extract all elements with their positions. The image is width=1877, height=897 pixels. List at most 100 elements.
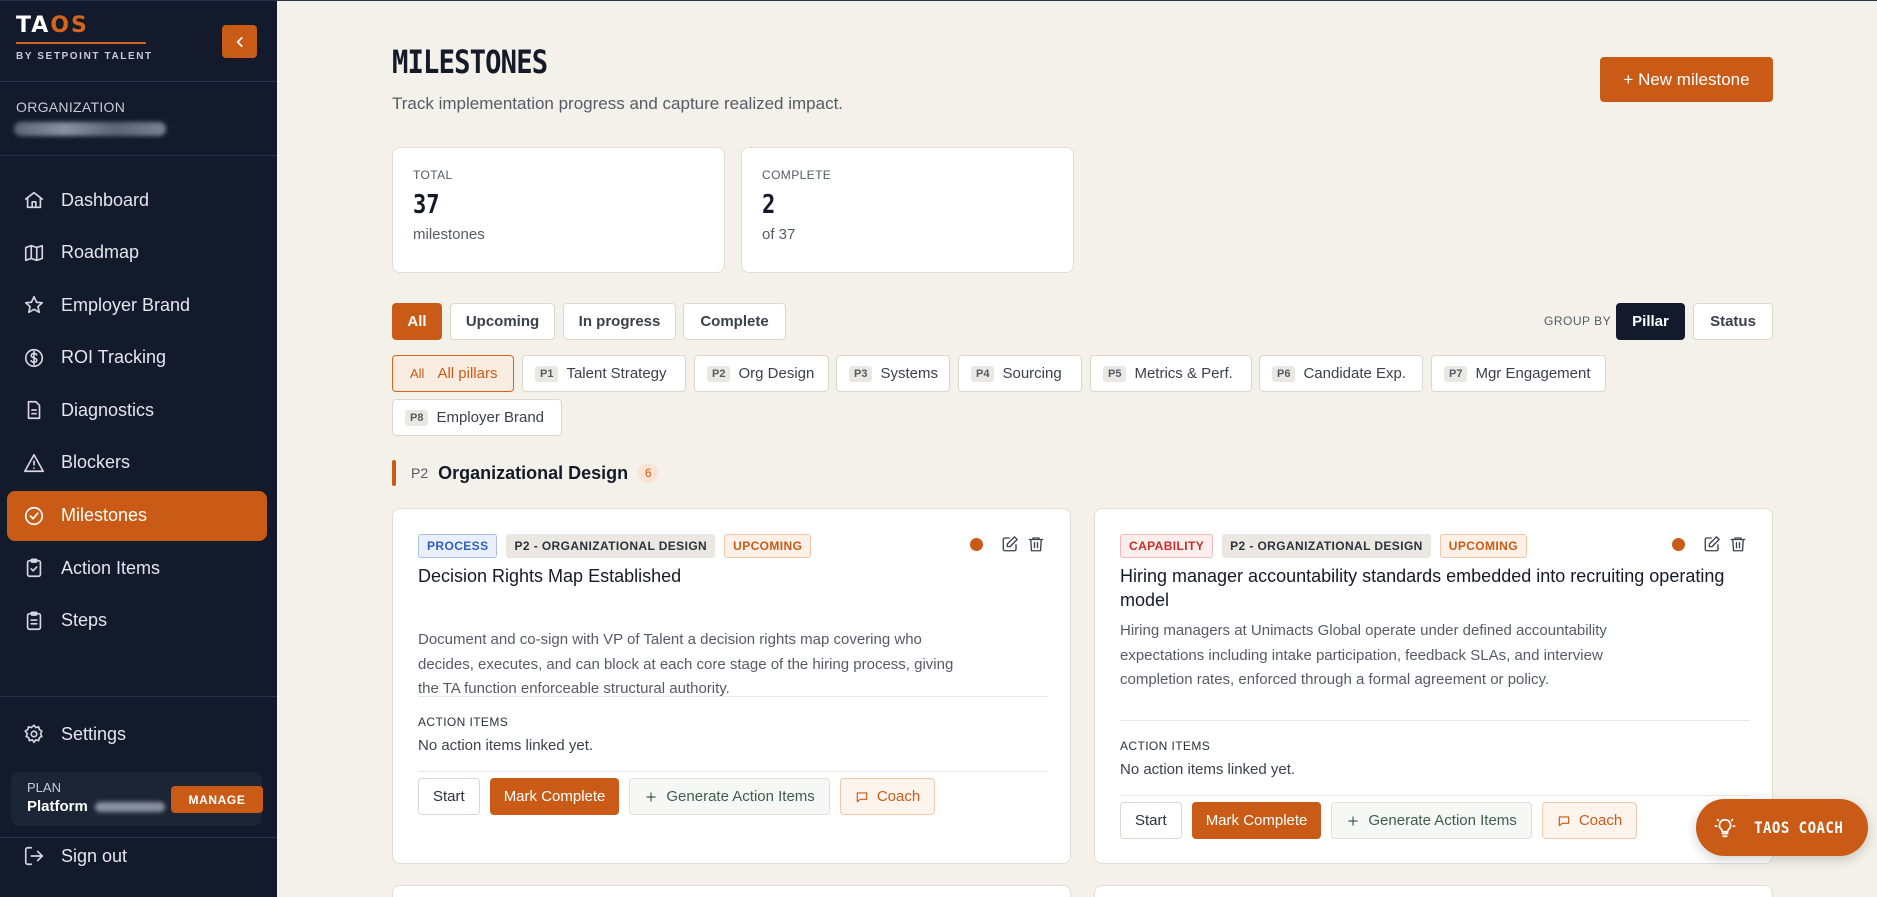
chevron-left-icon (236, 36, 243, 47)
gear-icon (24, 724, 43, 744)
main-content: MILESTONES Track implementation progress… (277, 0, 1877, 897)
pillar-label: Org Design (738, 365, 815, 382)
section-accent-bar (392, 460, 396, 486)
sidebar-item-milestones[interactable]: Milestones (7, 490, 267, 541)
manage-plan-button[interactable]: MANAGE (171, 786, 263, 813)
sign-out-button[interactable]: Sign out (7, 831, 267, 881)
pillar-label: Talent Strategy (566, 365, 667, 382)
card-actions: Start Mark Complete Generate Action Item… (418, 778, 945, 815)
filter-in-progress[interactable]: In progress (563, 303, 676, 340)
pillar-label: Sourcing (1002, 365, 1062, 382)
sidebar-item-label: Action Items (61, 557, 161, 578)
taos-coach-button[interactable]: TAOS COACH (1696, 799, 1868, 856)
start-button[interactable]: Start (1120, 802, 1182, 839)
pillar-code: P8 (405, 409, 429, 426)
start-button[interactable]: Start (418, 778, 480, 815)
filter-upcoming[interactable]: Upcoming (450, 303, 555, 340)
pillar-filter-p5[interactable]: P5 Metrics & Perf. (1090, 355, 1252, 392)
pillar-code: All (410, 366, 425, 381)
collapse-sidebar-button[interactable] (222, 25, 257, 58)
home-icon (24, 191, 44, 209)
pillar-code: P1 (535, 365, 559, 382)
card-divider (418, 771, 1048, 772)
pillar-filter-all[interactable]: All All pillars (392, 355, 514, 392)
action-items-empty: No action items linked yet. (1120, 761, 1296, 778)
sidebar-item-roadmap[interactable]: Roadmap (7, 228, 267, 278)
generate-label: Generate Action Items (1368, 812, 1517, 829)
mark-complete-button[interactable]: Mark Complete (489, 778, 620, 815)
new-milestone-button[interactable]: + New milestone (1600, 57, 1773, 102)
generate-action-items-button[interactable]: Generate Action Items (629, 778, 830, 815)
plus-icon (646, 791, 657, 802)
organization-name-redacted (14, 122, 166, 136)
sidebar-divider (0, 81, 277, 82)
dollar-icon (24, 348, 44, 367)
lightbulb-icon (1714, 818, 1736, 837)
mark-complete-button[interactable]: Mark Complete (1191, 802, 1322, 839)
group-by-pillar[interactable]: Pillar (1616, 303, 1685, 340)
card-controls (1672, 535, 1747, 553)
edit-icon[interactable] (1703, 535, 1721, 553)
group-by-status[interactable]: Status (1693, 303, 1773, 340)
pillar-label: Systems (880, 365, 938, 382)
pillar-filter-p7[interactable]: P7 Mgr Engagement (1431, 355, 1606, 392)
pillar-filter-p3[interactable]: P3 Systems (836, 355, 950, 392)
sidebar-item-roi-tracking[interactable]: ROI Tracking (7, 333, 267, 383)
pillar-label: Employer Brand (436, 409, 545, 426)
plan-box: PLAN Platform MANAGE (11, 772, 263, 826)
plan-name: Platform (27, 798, 88, 815)
sign-out-icon (24, 846, 44, 866)
pillar-filter-p1[interactable]: P1 Talent Strategy (522, 355, 686, 392)
pillar-filter-p8[interactable]: P8 Employer Brand (392, 399, 562, 436)
sidebar-item-action-items[interactable]: Action Items (7, 543, 267, 593)
trash-icon[interactable] (1729, 535, 1747, 553)
group-by-label: GROUP BY (1544, 314, 1612, 328)
section-title: Organizational Design (438, 462, 629, 483)
pillar-label: Metrics & Perf. (1134, 365, 1233, 382)
trash-icon[interactable] (1027, 535, 1045, 553)
coach-label: Coach (1578, 812, 1623, 829)
pillar-filter-p6[interactable]: P6 Candidate Exp. (1259, 355, 1423, 392)
sidebar-item-dashboard[interactable]: Dashboard (7, 175, 267, 225)
stat-sub: of 37 (762, 226, 796, 243)
page-title: MILESTONES (392, 43, 548, 81)
logo-text-accent: OS (50, 13, 89, 38)
pillar-tag: P2 - ORGANIZATIONAL DESIGN (506, 534, 716, 558)
status-dot (970, 537, 983, 551)
milestone-description: Hiring managers at Unimacts Global opera… (1120, 622, 1607, 688)
filter-all[interactable]: All (392, 303, 442, 340)
pillar-filter-p4[interactable]: P4 Sourcing (958, 355, 1082, 392)
action-items-label: ACTION ITEMS (1120, 739, 1211, 753)
pillar-filter-p2[interactable]: P2 Org Design (694, 355, 829, 392)
milestone-title: Decision Rights Map Established (418, 566, 682, 586)
sidebar-item-steps[interactable]: Steps (7, 596, 267, 646)
coach-button[interactable]: Coach (1541, 802, 1638, 839)
pillar-label: Mgr Engagement (1475, 365, 1591, 382)
type-tag: CAPABILITY (1120, 534, 1214, 558)
milestone-card: PROCESS P2 - ORGANIZATIONAL DESIGN UPCOM… (392, 508, 1071, 864)
page-subtitle: Track implementation progress and captur… (392, 94, 844, 113)
filter-complete[interactable]: Complete (683, 303, 786, 340)
logo-text: TA (16, 13, 51, 38)
card-controls (970, 535, 1045, 553)
edit-icon[interactable] (1001, 535, 1019, 553)
logo[interactable]: TAOS BY SETPOINT TALENT (16, 13, 153, 62)
sidebar-item-employer-brand[interactable]: Employer Brand (7, 280, 267, 330)
stat-card-complete: COMPLETE 2 of 37 (741, 147, 1074, 273)
sidebar-item-diagnostics[interactable]: Diagnostics (7, 385, 267, 435)
section-count-badge: 6 (638, 463, 659, 483)
milestone-title: Hiring manager accountability standards … (1120, 566, 1725, 610)
sidebar-item-blockers[interactable]: Blockers (7, 438, 267, 488)
stat-sub: milestones (413, 226, 485, 243)
stat-card-total: TOTAL 37 milestones (392, 147, 725, 273)
generate-action-items-button[interactable]: Generate Action Items (1331, 802, 1532, 839)
map-icon (24, 244, 44, 261)
coach-button[interactable]: Coach (839, 778, 936, 815)
sidebar-item-label: Milestones (61, 505, 148, 526)
pillar-code: P6 (1272, 365, 1296, 382)
stat-value: 37 (413, 190, 440, 220)
card-divider (418, 696, 1048, 697)
clipboard-check-icon (26, 558, 42, 578)
sidebar-item-settings[interactable]: Settings (7, 709, 267, 759)
sidebar-item-label: Blockers (61, 452, 131, 473)
